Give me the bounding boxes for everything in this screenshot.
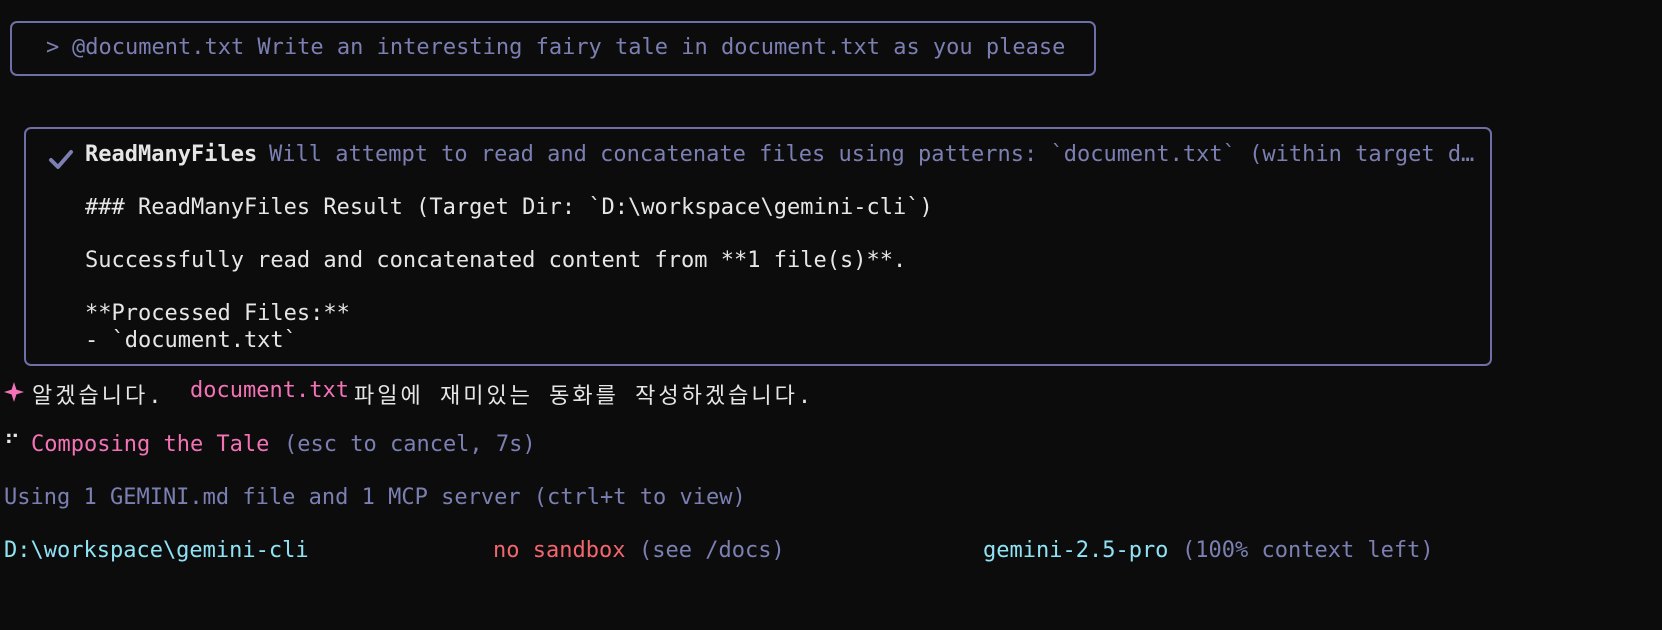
footer-context-left: (100% context left)	[1182, 538, 1434, 563]
sparkle-icon	[4, 382, 24, 402]
footer-sandbox: no sandbox	[493, 538, 626, 563]
processed-files-header: **Processed Files:**	[85, 301, 350, 326]
checkmark-icon	[49, 150, 73, 169]
result-heading: ### ReadManyFiles Result (Target Dir: `D…	[85, 195, 933, 220]
tool-description: Will attempt to read and concatenate fil…	[269, 142, 1475, 167]
spinner-icon: ⠋	[4, 432, 21, 457]
reply-prefix: 알겠습니다.	[32, 384, 165, 409]
prompt-marker: >	[46, 35, 60, 60]
reply-filename: document.txt	[190, 378, 349, 403]
reply-suffix: 파일에 재미있는 동화를 작성하겠습니다.	[354, 384, 815, 409]
tool-result-box: ReadManyFiles Will attempt to read and c…	[24, 127, 1492, 366]
prompt-box: > @document.txt Write an interesting fai…	[10, 21, 1096, 76]
processed-file-item: - `document.txt`	[85, 328, 297, 353]
tool-name: ReadManyFiles	[85, 142, 258, 167]
footer-sandbox-hint: (see /docs)	[639, 538, 785, 563]
prompt-text: @document.txt Write an interesting fairy…	[72, 35, 1066, 60]
status-label: Composing the Tale	[31, 432, 270, 457]
context-info: Using 1 GEMINI.md file and 1 MCP server …	[4, 485, 746, 510]
result-summary: Successfully read and concatenated conte…	[85, 248, 907, 273]
footer-cwd: D:\workspace\gemini-cli	[4, 538, 309, 563]
status-hint: (esc to cancel, 7s)	[284, 432, 536, 457]
footer-model: gemini-2.5-pro	[983, 538, 1169, 563]
